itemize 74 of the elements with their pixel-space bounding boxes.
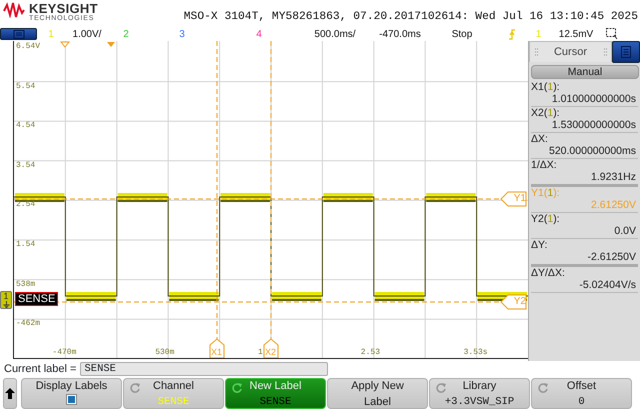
channel-number[interactable]: 3 (179, 28, 185, 41)
label-field[interactable]: SENSE (80, 362, 328, 376)
current-label-caption: Current label = (4, 362, 76, 377)
trace-label: SENSE (15, 292, 58, 306)
cursor-label: X1 (211, 346, 222, 358)
cursor-label: Y2 (514, 296, 526, 308)
axis-label: 1 (258, 348, 263, 357)
readout-label: X2(1): (531, 107, 561, 119)
softkey-button[interactable]: Apply New Label (327, 378, 428, 408)
readout-label: X1(1): (531, 81, 561, 93)
readout-value: 0.0V (613, 225, 637, 237)
axis-label: 6.54V (16, 42, 40, 51)
axis-label: 1.54 (16, 240, 36, 249)
menu-button[interactable] (0, 28, 37, 40)
axis-label: 2.54 (16, 200, 36, 210)
zoom-box-icon[interactable] (606, 28, 618, 40)
readout-value: 520.000000000ms (548, 145, 637, 157)
logo-text: KEYSIGHT (29, 2, 98, 15)
ground-icon (2, 301, 10, 308)
axis-label: 3.54 (16, 160, 36, 170)
ground-marker[interactable]: 1 (0, 291, 12, 309)
trigger-position-marker-icon (60, 41, 70, 48)
rotate-icon (231, 382, 243, 394)
panel-title: Cursor (554, 44, 587, 60)
up-button[interactable] (3, 378, 17, 408)
readout-value: -5.02404V/s (578, 279, 637, 291)
readout-label: ΔY/ΔX: (531, 267, 566, 279)
softkey-button[interactable]: Display Labels (21, 378, 122, 408)
up-arrow-icon (5, 388, 15, 398)
mode-button[interactable]: Manual (531, 65, 639, 79)
readout-value: -2.61250V (586, 251, 637, 263)
readout-label: Y2(1): (531, 213, 561, 225)
delay-marker-icon (106, 41, 116, 48)
readout-value: 2.61250V (590, 199, 637, 211)
axis-label: 4.54 (16, 121, 36, 130)
status-text: -470.0ms (379, 28, 421, 41)
rotate-icon (435, 382, 447, 394)
cursor-label: X2 (265, 346, 276, 358)
status-text: 500.0ms/ (314, 28, 356, 41)
readout-value: 1.530000000000s (550, 119, 637, 131)
status-text: 1.00V/ (72, 28, 102, 41)
cursor-line[interactable] (14, 294, 528, 310)
axis-label: 538m (16, 280, 36, 289)
readout-label: ΔX: (531, 133, 549, 145)
grip-icon (603, 48, 607, 56)
status-text: Stop (452, 28, 472, 41)
readout-label: 1/ΔX: (531, 159, 558, 171)
axis-label: 530m (155, 348, 174, 357)
softkey-button[interactable]: New Label SENSE (225, 378, 326, 408)
grip-icon (534, 48, 538, 56)
window-title: MSO-X 3104T, MY58261863, 07.20.2017102614: Wed Jul 16 13:10:45 2025 (184, 10, 638, 25)
rotate-icon (537, 382, 549, 394)
axis-label: -462m (16, 319, 40, 328)
rotate-icon (129, 382, 141, 394)
softkey-button[interactable]: Offset 0 (531, 378, 632, 408)
readout-value: 1.9231Hz (590, 171, 637, 183)
readout-value: 1.010000000000s (550, 93, 637, 105)
readout-label: ΔY: (531, 239, 548, 251)
axis-label: 3.53s (464, 348, 488, 357)
cursor-line[interactable] (14, 191, 528, 207)
panel-tab[interactable]: Cursor (529, 41, 612, 62)
softkey-button[interactable]: Library +3.3VSW_SIP (429, 378, 530, 408)
menu-icon (621, 46, 631, 58)
axis-label: 2.53 (360, 348, 380, 357)
trigger-edge-icon (508, 29, 516, 40)
axis-label: -470m (52, 348, 76, 357)
softkey-button[interactable]: Channel SENSE (123, 378, 224, 408)
cursor-label: Y1 (514, 193, 526, 205)
checkbox[interactable] (66, 394, 77, 404)
axis-label: 5.54 (16, 82, 36, 91)
menu-icon (12, 30, 24, 38)
readout-label: Y1(1): (531, 187, 561, 199)
status-text: 12.5mV (558, 28, 594, 41)
logo-icon (3, 2, 25, 18)
